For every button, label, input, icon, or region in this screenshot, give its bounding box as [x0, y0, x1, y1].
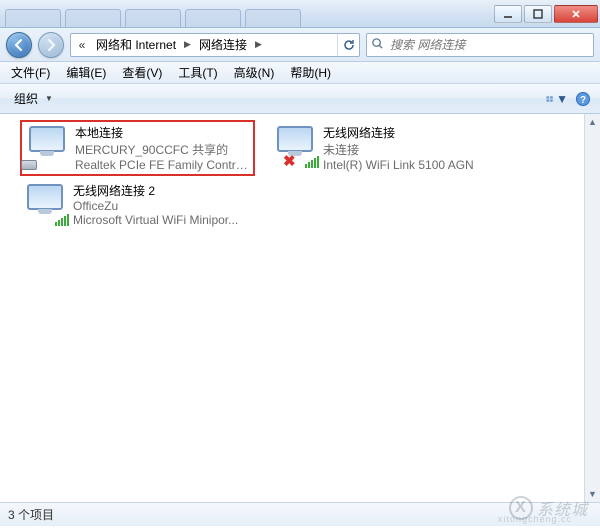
items-pane[interactable]: 本地连接 MERCURY_90CCFC 共享的 Realtek PCIe FE … [0, 114, 584, 502]
item-sub2: Intel(R) WiFi Link 5100 AGN [323, 158, 502, 172]
menu-advanced[interactable]: 高级(N) [227, 62, 282, 83]
item-sub2: Microsoft Virtual WiFi Minipor... [73, 213, 252, 227]
breadcrumb-segment[interactable]: 网络连接 [194, 34, 252, 56]
content-area: 本地连接 MERCURY_90CCFC 共享的 Realtek PCIe FE … [0, 114, 600, 502]
watermark: X 系统城 xitongcheng.cc [509, 496, 588, 520]
signal-icon [55, 214, 69, 226]
breadcrumb[interactable]: « 网络和 Internet ▶ 网络连接 ▶ [70, 33, 360, 57]
chevron-right-icon: ▶ [181, 39, 194, 50]
search-icon [371, 37, 387, 53]
statusbar: 3 个项目 X 系统城 xitongcheng.cc [0, 502, 600, 526]
address-row: « 网络和 Internet ▶ 网络连接 ▶ [0, 28, 600, 62]
nav-forward-button[interactable] [38, 32, 64, 58]
item-sub2: Realtek PCIe FE Family Control... [75, 158, 250, 172]
menu-view[interactable]: 查看(V) [115, 62, 169, 83]
minimize-button[interactable] [494, 5, 522, 23]
nav-back-button[interactable] [6, 32, 32, 58]
title-tab [185, 9, 241, 27]
plug-icon [21, 160, 37, 170]
view-options-button[interactable]: ▼ [546, 88, 568, 110]
status-count: 3 个项目 [8, 506, 54, 523]
watermark-url: xitongcheng.cc [498, 514, 572, 524]
help-button[interactable]: ? [572, 88, 594, 110]
organize-label: 组织 [14, 90, 38, 107]
adapter-icon [25, 124, 69, 168]
connection-item-wireless2[interactable]: 无线网络连接 2 OfficeZu Microsoft Virtual WiFi… [20, 180, 255, 229]
title-tab [65, 9, 121, 27]
toolbar: 组织 ▼ ▼ ? [0, 84, 600, 114]
title-tab [5, 9, 61, 27]
menu-tools[interactable]: 工具(T) [171, 62, 224, 83]
menu-edit[interactable]: 编辑(E) [59, 62, 113, 83]
connection-item-wireless[interactable]: ✖ 无线网络连接 未连接 Intel(R) WiFi Link 5100 AGN [270, 122, 505, 174]
organize-button[interactable]: 组织 ▼ [6, 87, 61, 110]
chevron-down-icon: ▼ [45, 94, 53, 103]
svg-text:?: ? [580, 95, 586, 106]
menu-file[interactable]: 文件(F) [4, 62, 57, 83]
breadcrumb-segment[interactable]: 网络和 Internet [91, 34, 181, 56]
adapter-icon [23, 182, 67, 226]
breadcrumb-history-chevron[interactable]: « [73, 38, 91, 52]
signal-icon [305, 156, 319, 168]
item-title: 本地连接 [75, 124, 250, 141]
refresh-button[interactable] [337, 34, 359, 56]
item-sub1: MERCURY_90CCFC 共享的 [75, 141, 250, 158]
menubar: 文件(F) 编辑(E) 查看(V) 工具(T) 高级(N) 帮助(H) [0, 62, 600, 84]
item-sub1: 未连接 [323, 141, 502, 158]
disconnected-x-icon: ✖ [283, 152, 296, 170]
chevron-right-icon: ▶ [252, 39, 265, 50]
title-tab [245, 9, 301, 27]
item-title: 无线网络连接 2 [73, 182, 252, 199]
scroll-thumb[interactable] [585, 130, 600, 486]
scroll-up-button[interactable]: ▲ [585, 114, 600, 130]
close-button[interactable] [554, 5, 598, 23]
maximize-button[interactable] [524, 5, 552, 23]
window-titlebar [0, 0, 600, 28]
item-sub1: OfficeZu [73, 199, 252, 213]
connection-item-local[interactable]: 本地连接 MERCURY_90CCFC 共享的 Realtek PCIe FE … [20, 120, 255, 176]
search-box[interactable] [366, 33, 594, 57]
title-tab [125, 9, 181, 27]
item-title: 无线网络连接 [323, 124, 502, 141]
menu-help[interactable]: 帮助(H) [283, 62, 338, 83]
search-input[interactable] [387, 38, 593, 52]
adapter-icon: ✖ [273, 124, 317, 168]
scrollbar[interactable]: ▲ ▼ [584, 114, 600, 502]
